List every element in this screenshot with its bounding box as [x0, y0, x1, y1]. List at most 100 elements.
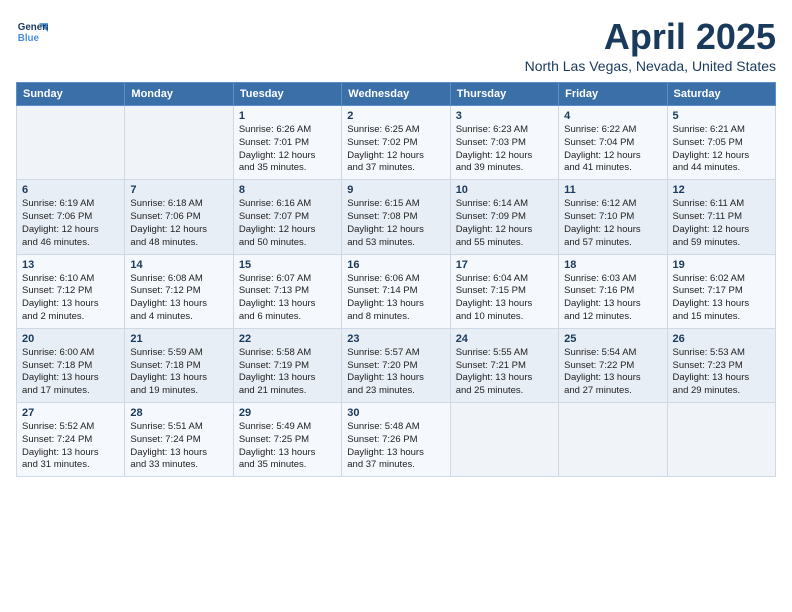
- day-number: 17: [456, 259, 553, 271]
- calendar-cell: 6 Sunrise: 6:19 AM Sunset: 7:06 PM Daylig…: [17, 180, 125, 254]
- day-number: 22: [239, 333, 336, 345]
- calendar-cell: 17 Sunrise: 6:04 AM Sunset: 7:15 PM Dayli…: [450, 254, 558, 328]
- calendar-cell: [17, 106, 125, 180]
- day-info: Sunrise: 6:03 AM Sunset: 7:16 PM Dayligh…: [564, 273, 661, 324]
- day-info: Sunrise: 6:06 AM Sunset: 7:14 PM Dayligh…: [347, 273, 444, 324]
- calendar-cell: 5Sunrise: 6:21 AM Sunset: 7:05 PM Daylig…: [667, 106, 775, 180]
- day-number: 5: [673, 110, 770, 122]
- day-number: 23: [347, 333, 444, 345]
- calendar-cell: 21 Sunrise: 5:59 AM Sunset: 7:18 PM Dayli…: [125, 328, 233, 402]
- day-info: Sunrise: 5:48 AM Sunset: 7:26 PM Dayligh…: [347, 421, 444, 472]
- days-of-week-row: SundayMondayTuesdayWednesdayThursdayFrid…: [17, 83, 776, 106]
- calendar-cell: [667, 403, 775, 477]
- day-info: Sunrise: 5:52 AM Sunset: 7:24 PM Dayligh…: [22, 421, 119, 472]
- day-number: 14: [130, 259, 227, 271]
- day-number: 3: [456, 110, 553, 122]
- day-number: 4: [564, 110, 661, 122]
- day-info: Sunrise: 5:59 AM Sunset: 7:18 PM Dayligh…: [130, 347, 227, 398]
- day-of-week-header: Sunday: [17, 83, 125, 106]
- day-info: Sunrise: 5:55 AM Sunset: 7:21 PM Dayligh…: [456, 347, 553, 398]
- day-number: 8: [239, 184, 336, 196]
- day-number: 1: [239, 110, 336, 122]
- day-info: Sunrise: 6:11 AM Sunset: 7:11 PM Dayligh…: [673, 198, 770, 249]
- svg-text:General: General: [18, 22, 48, 33]
- day-info: Sunrise: 6:22 AM Sunset: 7:04 PM Dayligh…: [564, 124, 661, 175]
- calendar-week-row: 13 Sunrise: 6:10 AM Sunset: 7:12 PM Dayli…: [17, 254, 776, 328]
- calendar-cell: 16 Sunrise: 6:06 AM Sunset: 7:14 PM Dayli…: [342, 254, 450, 328]
- calendar-cell: 19 Sunrise: 6:02 AM Sunset: 7:17 PM Dayli…: [667, 254, 775, 328]
- day-number: 27: [22, 407, 119, 419]
- calendar-cell: 25 Sunrise: 5:54 AM Sunset: 7:22 PM Dayli…: [559, 328, 667, 402]
- day-info: Sunrise: 6:15 AM Sunset: 7:08 PM Dayligh…: [347, 198, 444, 249]
- day-number: 30: [347, 407, 444, 419]
- calendar-cell: 26 Sunrise: 5:53 AM Sunset: 7:23 PM Dayli…: [667, 328, 775, 402]
- calendar-cell: 18 Sunrise: 6:03 AM Sunset: 7:16 PM Dayli…: [559, 254, 667, 328]
- calendar-cell: 7 Sunrise: 6:18 AM Sunset: 7:06 PM Daylig…: [125, 180, 233, 254]
- day-number: 16: [347, 259, 444, 271]
- calendar-cell: [125, 106, 233, 180]
- day-number: 26: [673, 333, 770, 345]
- calendar-cell: 20 Sunrise: 6:00 AM Sunset: 7:18 PM Dayli…: [17, 328, 125, 402]
- calendar-cell: 30 Sunrise: 5:48 AM Sunset: 7:26 PM Dayli…: [342, 403, 450, 477]
- day-info: Sunrise: 5:49 AM Sunset: 7:25 PM Dayligh…: [239, 421, 336, 472]
- day-info: Sunrise: 6:16 AM Sunset: 7:07 PM Dayligh…: [239, 198, 336, 249]
- day-of-week-header: Monday: [125, 83, 233, 106]
- calendar-cell: 23Sunrise: 5:57 AM Sunset: 7:20 PM Dayli…: [342, 328, 450, 402]
- day-of-week-header: Thursday: [450, 83, 558, 106]
- calendar-cell: 8 Sunrise: 6:16 AM Sunset: 7:07 PM Daylig…: [233, 180, 341, 254]
- calendar-cell: 12 Sunrise: 6:11 AM Sunset: 7:11 PM Dayli…: [667, 180, 775, 254]
- day-info: Sunrise: 6:19 AM Sunset: 7:06 PM Dayligh…: [22, 198, 119, 249]
- month-title: April 2025: [525, 16, 776, 58]
- day-info: Sunrise: 5:58 AM Sunset: 7:19 PM Dayligh…: [239, 347, 336, 398]
- day-info: Sunrise: 6:00 AM Sunset: 7:18 PM Dayligh…: [22, 347, 119, 398]
- day-number: 7: [130, 184, 227, 196]
- day-number: 21: [130, 333, 227, 345]
- calendar-cell: 9 Sunrise: 6:15 AM Sunset: 7:08 PM Daylig…: [342, 180, 450, 254]
- day-number: 28: [130, 407, 227, 419]
- calendar-body: 1 Sunrise: 6:26 AM Sunset: 7:01 PM Daylig…: [17, 106, 776, 477]
- day-number: 19: [673, 259, 770, 271]
- day-info: Sunrise: 6:23 AM Sunset: 7:03 PM Dayligh…: [456, 124, 553, 175]
- day-info: Sunrise: 6:12 AM Sunset: 7:10 PM Dayligh…: [564, 198, 661, 249]
- day-number: 15: [239, 259, 336, 271]
- calendar-cell: 11Sunrise: 6:12 AM Sunset: 7:10 PM Dayli…: [559, 180, 667, 254]
- calendar-cell: 3 Sunrise: 6:23 AM Sunset: 7:03 PM Daylig…: [450, 106, 558, 180]
- day-number: 24: [456, 333, 553, 345]
- calendar-cell: 28Sunrise: 5:51 AM Sunset: 7:24 PM Dayli…: [125, 403, 233, 477]
- calendar-cell: 22 Sunrise: 5:58 AM Sunset: 7:19 PM Dayli…: [233, 328, 341, 402]
- day-number: 2: [347, 110, 444, 122]
- day-info: Sunrise: 5:53 AM Sunset: 7:23 PM Dayligh…: [673, 347, 770, 398]
- day-info: Sunrise: 6:10 AM Sunset: 7:12 PM Dayligh…: [22, 273, 119, 324]
- calendar-cell: 1 Sunrise: 6:26 AM Sunset: 7:01 PM Daylig…: [233, 106, 341, 180]
- calendar-week-row: 20 Sunrise: 6:00 AM Sunset: 7:18 PM Dayli…: [17, 328, 776, 402]
- calendar-cell: 29Sunrise: 5:49 AM Sunset: 7:25 PM Dayli…: [233, 403, 341, 477]
- day-number: 13: [22, 259, 119, 271]
- day-info: Sunrise: 6:25 AM Sunset: 7:02 PM Dayligh…: [347, 124, 444, 175]
- day-info: Sunrise: 6:04 AM Sunset: 7:15 PM Dayligh…: [456, 273, 553, 324]
- logo-icon: General Blue: [16, 16, 48, 48]
- day-number: 12: [673, 184, 770, 196]
- svg-text:Blue: Blue: [18, 33, 40, 44]
- day-number: 9: [347, 184, 444, 196]
- day-of-week-header: Saturday: [667, 83, 775, 106]
- calendar-cell: 10Sunrise: 6:14 AM Sunset: 7:09 PM Dayli…: [450, 180, 558, 254]
- day-of-week-header: Tuesday: [233, 83, 341, 106]
- day-number: 18: [564, 259, 661, 271]
- day-number: 6: [22, 184, 119, 196]
- day-info: Sunrise: 6:26 AM Sunset: 7:01 PM Dayligh…: [239, 124, 336, 175]
- calendar-cell: [450, 403, 558, 477]
- calendar-cell: 24 Sunrise: 5:55 AM Sunset: 7:21 PM Dayli…: [450, 328, 558, 402]
- day-number: 25: [564, 333, 661, 345]
- location-title: North Las Vegas, Nevada, United States: [525, 58, 776, 74]
- day-info: Sunrise: 6:02 AM Sunset: 7:17 PM Dayligh…: [673, 273, 770, 324]
- day-info: Sunrise: 5:54 AM Sunset: 7:22 PM Dayligh…: [564, 347, 661, 398]
- calendar-cell: 4 Sunrise: 6:22 AM Sunset: 7:04 PM Daylig…: [559, 106, 667, 180]
- day-info: Sunrise: 6:18 AM Sunset: 7:06 PM Dayligh…: [130, 198, 227, 249]
- calendar-cell: 2 Sunrise: 6:25 AM Sunset: 7:02 PM Daylig…: [342, 106, 450, 180]
- calendar-cell: 27 Sunrise: 5:52 AM Sunset: 7:24 PM Dayli…: [17, 403, 125, 477]
- calendar-cell: 15 Sunrise: 6:07 AM Sunset: 7:13 PM Dayli…: [233, 254, 341, 328]
- page-header: General Blue April 2025 North Las Vegas,…: [16, 16, 776, 74]
- day-info: Sunrise: 6:07 AM Sunset: 7:13 PM Dayligh…: [239, 273, 336, 324]
- day-number: 20: [22, 333, 119, 345]
- day-info: Sunrise: 6:14 AM Sunset: 7:09 PM Dayligh…: [456, 198, 553, 249]
